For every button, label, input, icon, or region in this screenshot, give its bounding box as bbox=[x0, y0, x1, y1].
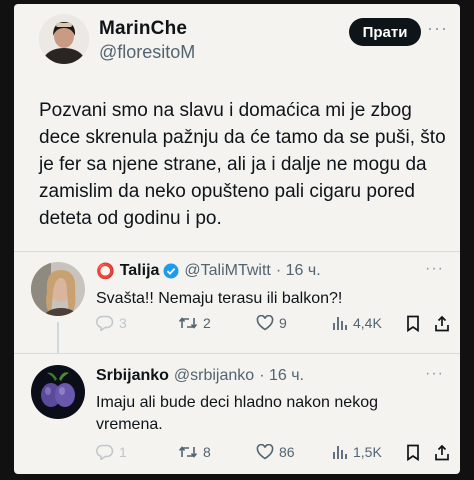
views-button[interactable]: 4,4K bbox=[332, 315, 382, 331]
divider bbox=[14, 251, 460, 252]
reply-timestamp[interactable]: · 16 ч. bbox=[276, 262, 321, 280]
like-count: 86 bbox=[279, 444, 295, 460]
author-handle[interactable]: @floresitoM bbox=[99, 42, 195, 63]
reply-icon bbox=[96, 315, 114, 331]
bookmark-icon bbox=[407, 315, 419, 332]
more-options-icon[interactable]: ··· bbox=[427, 18, 448, 39]
thread-line bbox=[57, 322, 59, 354]
reply-avatar-srbijanko[interactable] bbox=[31, 365, 85, 419]
bookmark-icon bbox=[407, 444, 419, 461]
heart-icon bbox=[256, 315, 274, 331]
views-icon bbox=[333, 446, 347, 459]
reply-button[interactable]: 1 bbox=[96, 444, 127, 460]
reply-actions: 1 8 86 1,5K bbox=[96, 444, 449, 464]
reply-icon bbox=[96, 444, 114, 460]
reply-text: Svašta!! Nemaju terasu ili balkon?! bbox=[96, 290, 343, 307]
reply-text: Imaju ali bude deci hladno nakon nekog v… bbox=[96, 394, 378, 433]
author-name[interactable]: MarinChe bbox=[99, 18, 187, 40]
share-button[interactable] bbox=[434, 315, 450, 332]
reply-button[interactable]: 3 bbox=[96, 315, 127, 331]
reply-author-name[interactable]: Srbijanko bbox=[96, 367, 169, 385]
reply-count: 3 bbox=[119, 315, 127, 331]
reply-actions: 3 2 9 4,4K bbox=[96, 315, 449, 335]
retweet-button[interactable]: 8 bbox=[178, 444, 211, 460]
tweet-text: Pozvani smo na slavu i domaćica mi je zb… bbox=[39, 100, 446, 229]
like-button[interactable]: 86 bbox=[256, 444, 295, 460]
tweet-card: MarinChe @floresitoM Прати ··· Pozvani s… bbox=[14, 4, 460, 474]
share-button[interactable] bbox=[434, 444, 450, 461]
reply-author-handle[interactable]: @TaliMTwitt bbox=[184, 262, 270, 280]
retweet-button[interactable]: 2 bbox=[178, 315, 211, 331]
reply-header: ⭕ Talija @TaliMTwitt · 16 ч. bbox=[96, 262, 321, 280]
more-options-icon[interactable]: ··· bbox=[425, 365, 444, 383]
views-count: 4,4K bbox=[353, 315, 382, 331]
heart-icon bbox=[256, 444, 274, 460]
reply-author-handle[interactable]: @srbijanko bbox=[174, 367, 254, 385]
author-avatar[interactable] bbox=[39, 14, 89, 64]
reply-count: 1 bbox=[119, 444, 127, 460]
share-icon bbox=[435, 315, 449, 332]
more-options-icon[interactable]: ··· bbox=[425, 260, 444, 278]
reply-header: Srbijanko @srbijanko · 16 ч. bbox=[96, 367, 304, 385]
views-icon bbox=[333, 317, 347, 330]
bookmark-button[interactable] bbox=[406, 444, 420, 461]
like-count: 9 bbox=[279, 315, 287, 331]
retweet-count: 8 bbox=[203, 444, 211, 460]
reply-author-name[interactable]: Talija bbox=[120, 262, 160, 280]
retweet-icon bbox=[178, 317, 198, 329]
reply-timestamp[interactable]: · 16 ч. bbox=[259, 367, 304, 385]
bookmark-button[interactable] bbox=[406, 315, 420, 332]
reply-avatar-talija[interactable] bbox=[31, 262, 85, 316]
red-circle-icon: ⭕ bbox=[96, 263, 115, 280]
divider bbox=[14, 353, 460, 354]
views-button[interactable]: 1,5K bbox=[332, 444, 382, 460]
share-icon bbox=[435, 444, 449, 461]
retweet-count: 2 bbox=[203, 315, 211, 331]
like-button[interactable]: 9 bbox=[256, 315, 287, 331]
verified-badge-icon bbox=[163, 263, 179, 279]
retweet-icon bbox=[178, 446, 198, 458]
follow-button[interactable]: Прати bbox=[349, 18, 421, 46]
views-count: 1,5K bbox=[353, 444, 382, 460]
